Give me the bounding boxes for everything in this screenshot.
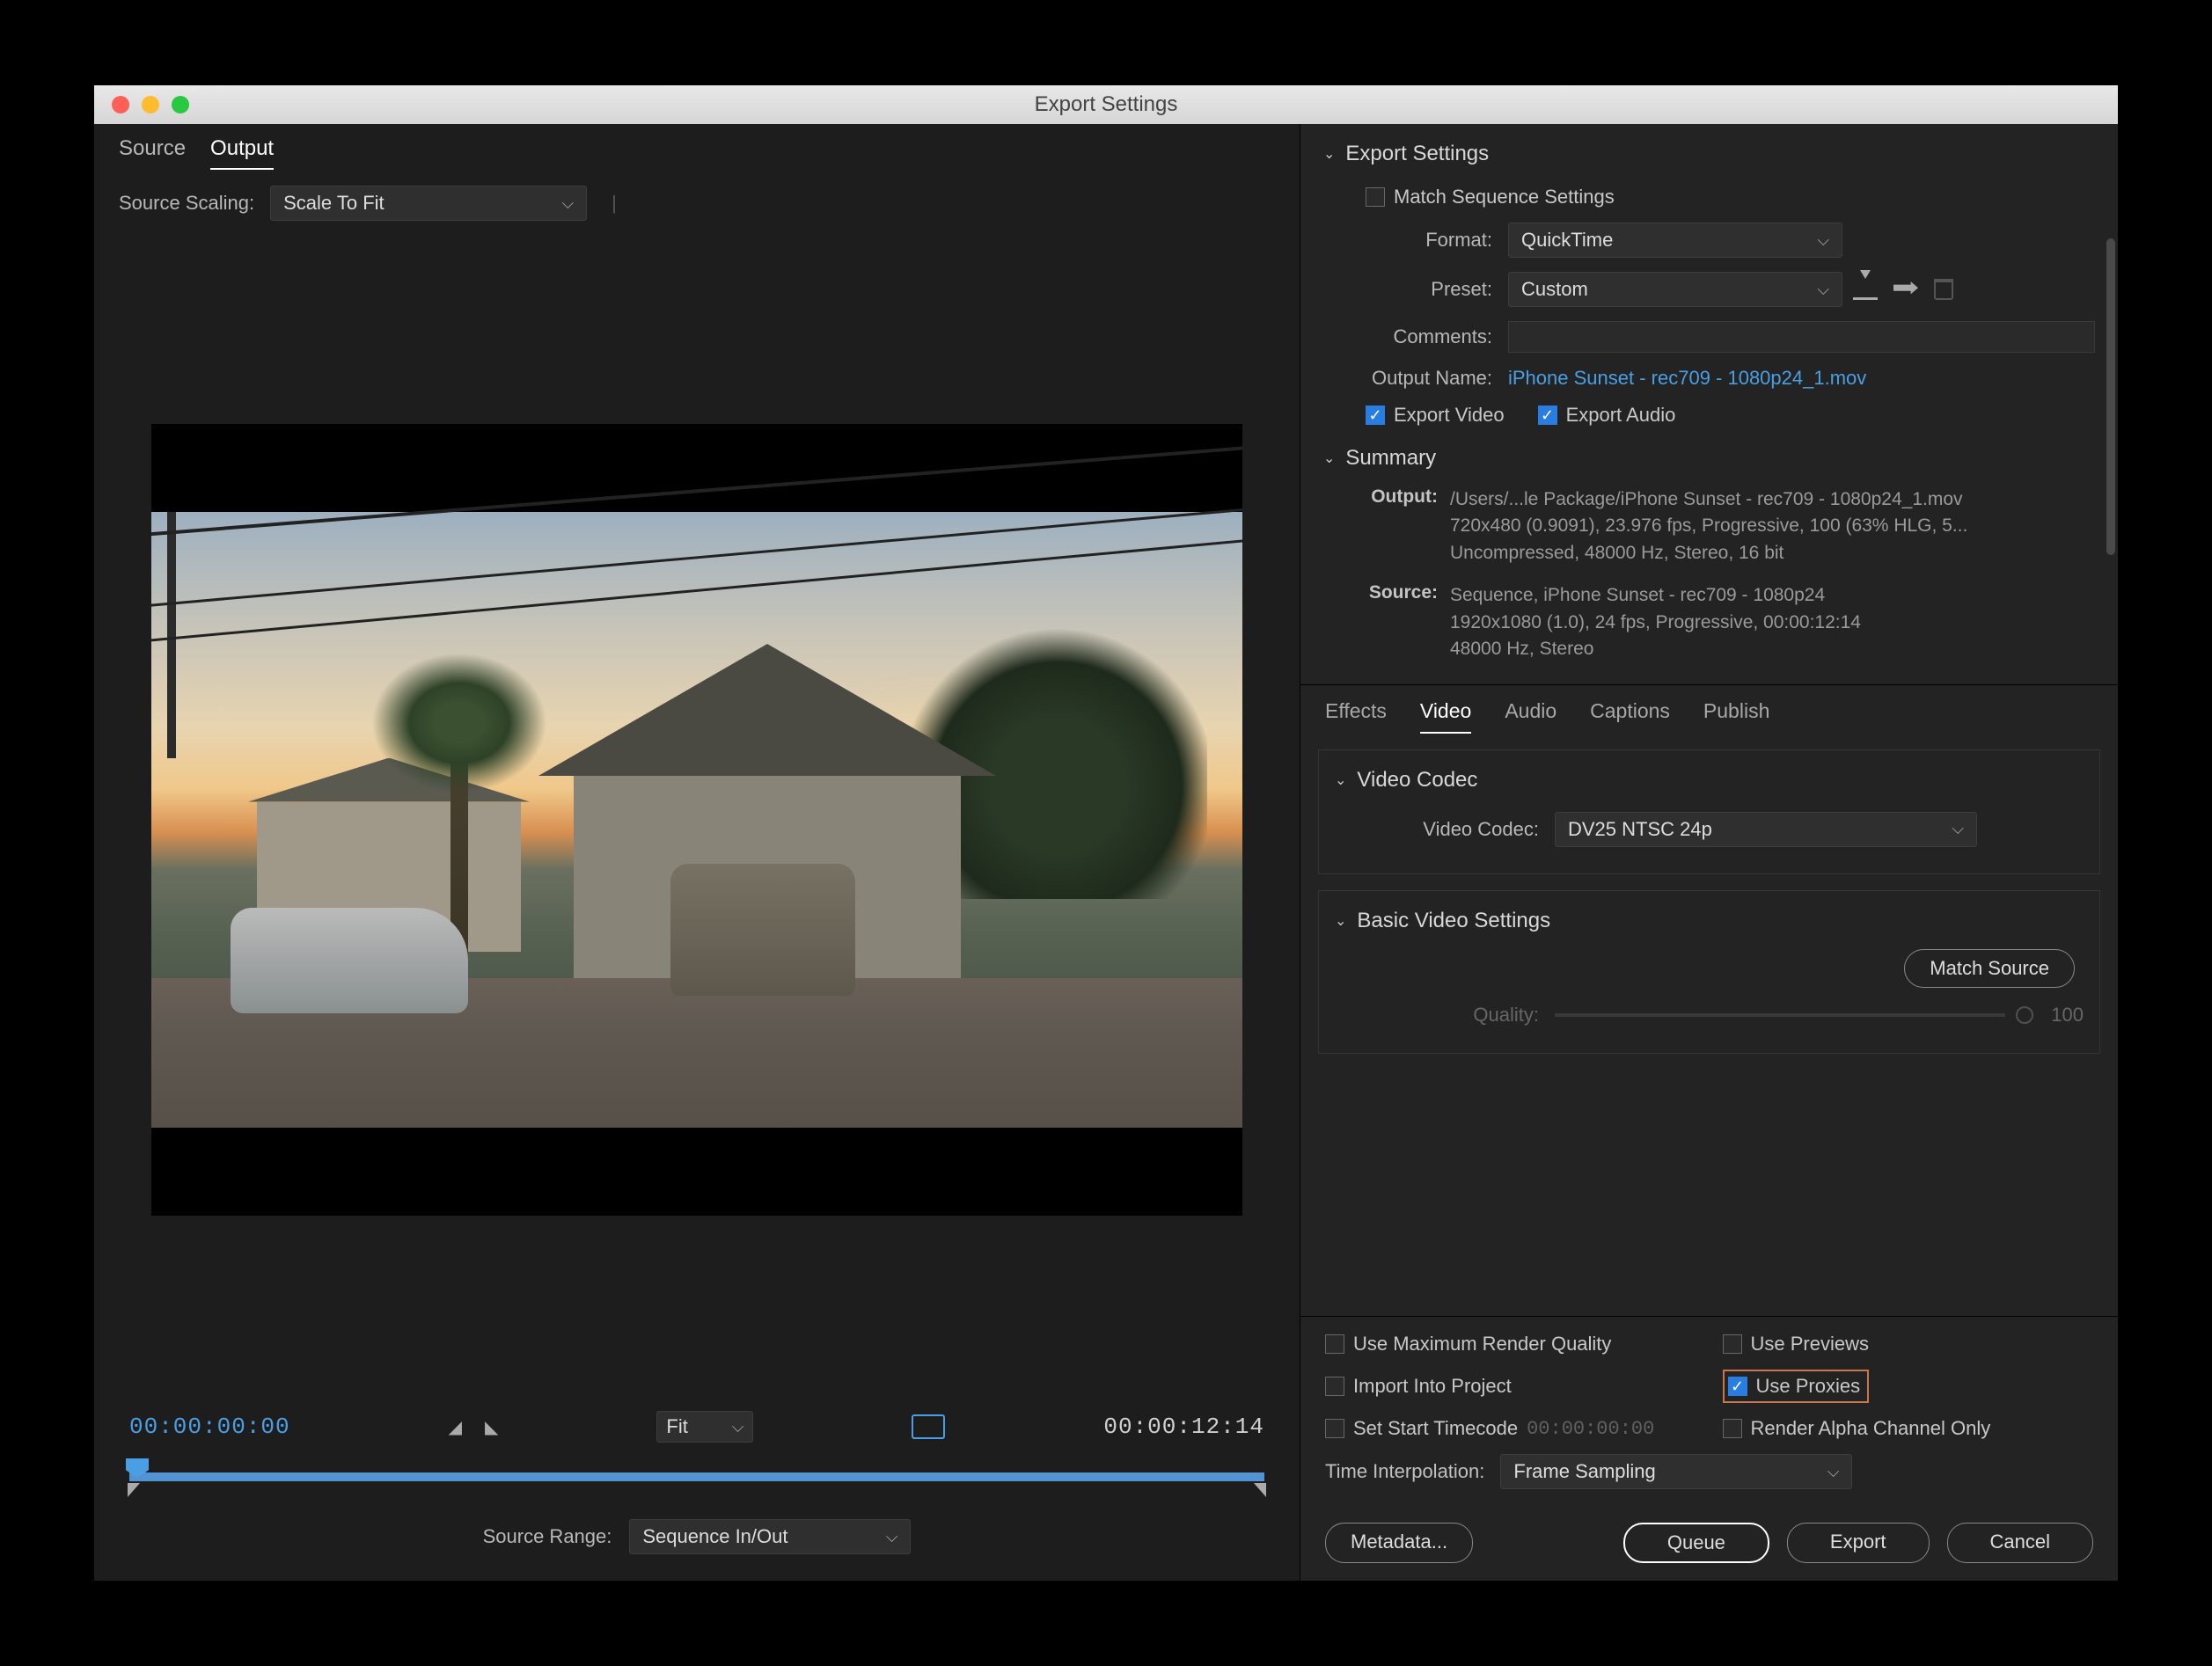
cancel-button[interactable]: Cancel <box>1947 1523 2093 1563</box>
prev-frame-icon[interactable]: ◢ <box>449 1416 462 1438</box>
chevron-down-icon: ⌵ <box>732 1418 744 1436</box>
minimize-icon[interactable] <box>142 96 159 113</box>
summary-header[interactable]: ⌄ Summary <box>1323 434 2095 483</box>
settings-pane: ⌄ Export Settings Match Sequence Setting… <box>1300 124 2118 1581</box>
summary-source-text: Sequence, iPhone Sunset - rec709 - 1080p… <box>1438 582 1861 662</box>
export-settings-window: Export Settings Source Output Source Sca… <box>94 85 2118 1581</box>
chevron-down-icon: ⌵ <box>886 1528 898 1546</box>
tab-publish[interactable]: Publish <box>1703 699 1769 734</box>
preview-tabs: Source Output <box>94 124 1300 170</box>
scrollbar[interactable] <box>2106 238 2115 555</box>
output-name-label: Output Name: <box>1323 367 1508 390</box>
preset-select[interactable]: Custom⌵ <box>1508 272 1842 307</box>
titlebar: Export Settings <box>94 85 2118 124</box>
zoom-select[interactable]: Fit⌵ <box>656 1411 753 1443</box>
video-preview <box>151 424 1242 1216</box>
window-controls <box>94 96 189 113</box>
video-codec-select[interactable]: DV25 NTSC 24p⌵ <box>1555 812 1977 847</box>
max-render-quality-checkbox[interactable]: Use Maximum Render Quality <box>1325 1333 1696 1355</box>
tab-audio[interactable]: Audio <box>1505 699 1556 734</box>
save-preset-icon[interactable] <box>1853 279 1878 300</box>
tab-source[interactable]: Source <box>119 136 186 170</box>
import-into-project-checkbox[interactable]: Import Into Project <box>1325 1370 1696 1403</box>
use-proxies-highlight: Use Proxies <box>1723 1370 1870 1403</box>
summary-output-text: /Users/...le Package/iPhone Sunset - rec… <box>1438 486 1967 566</box>
start-timecode-value: 00:00:00:00 <box>1527 1418 1654 1440</box>
time-interpolation-label: Time Interpolation: <box>1325 1460 1484 1483</box>
use-previews-checkbox[interactable]: Use Previews <box>1723 1333 2094 1355</box>
next-frame-icon[interactable]: ◣ <box>485 1416 498 1438</box>
queue-button[interactable]: Queue <box>1623 1523 1769 1563</box>
chevron-down-icon: ⌵ <box>1952 820 1964 838</box>
chevron-down-icon: ⌵ <box>1827 1463 1840 1481</box>
timeline[interactable] <box>129 1458 1264 1501</box>
close-icon[interactable] <box>112 96 129 113</box>
export-settings-header[interactable]: ⌄ Export Settings <box>1323 136 2095 179</box>
tab-effects[interactable]: Effects <box>1325 699 1387 734</box>
tab-captions[interactable]: Captions <box>1590 699 1670 734</box>
action-buttons: Metadata... Queue Export Cancel <box>1300 1505 2118 1581</box>
source-range-label: Source Range: <box>483 1525 612 1548</box>
chevron-down-icon: ⌵ <box>1817 281 1829 299</box>
chevron-down-icon: ⌵ <box>561 194 574 213</box>
delete-preset-icon[interactable] <box>1934 279 1953 300</box>
comments-label: Comments: <box>1323 325 1508 348</box>
timecode-in[interactable]: 00:00:00:00 <box>129 1414 290 1440</box>
preset-label: Preset: <box>1323 278 1508 301</box>
video-codec-header[interactable]: ⌄ Video Codec <box>1335 763 2084 805</box>
aspect-ratio-button[interactable] <box>912 1414 945 1439</box>
tab-video[interactable]: Video <box>1420 699 1471 734</box>
preview-pane: Source Output Source Scaling: Scale To F… <box>94 124 1300 1581</box>
comments-input[interactable] <box>1508 321 2095 353</box>
use-proxies-checkbox[interactable]: Use Proxies <box>1728 1375 1861 1398</box>
set-start-timecode-checkbox[interactable]: Set Start Timecode00:00:00:00 <box>1325 1417 1696 1440</box>
import-preset-icon[interactable] <box>1893 281 1918 297</box>
format-select[interactable]: QuickTime⌵ <box>1508 223 1842 258</box>
source-scaling-label: Source Scaling: <box>119 192 254 215</box>
chevron-down-icon: ⌄ <box>1335 771 1346 789</box>
summary-output-label: Output: <box>1371 486 1438 507</box>
basic-video-header[interactable]: ⌄ Basic Video Settings <box>1335 903 2084 946</box>
summary-source-label: Source: <box>1369 582 1438 603</box>
source-scaling-select[interactable]: Scale To Fit⌵ <box>270 186 587 221</box>
window-title: Export Settings <box>1035 92 1178 117</box>
source-range-select[interactable]: Sequence In/Out⌵ <box>629 1519 911 1554</box>
timecode-out[interactable]: 00:00:12:14 <box>1103 1414 1264 1440</box>
export-video-checkbox[interactable]: Export Video <box>1366 404 1505 427</box>
export-button[interactable]: Export <box>1787 1523 1930 1563</box>
time-interpolation-select[interactable]: Frame Sampling⌵ <box>1500 1454 1852 1489</box>
output-name-link[interactable]: iPhone Sunset - rec709 - 1080p24_1.mov <box>1508 367 1866 390</box>
render-options: Use Maximum Render Quality Use Previews … <box>1300 1316 2118 1505</box>
chevron-down-icon: ⌵ <box>1817 231 1829 250</box>
export-audio-checkbox[interactable]: Export Audio <box>1538 404 1676 427</box>
render-alpha-checkbox[interactable]: Render Alpha Channel Only <box>1723 1417 2094 1440</box>
quality-radio[interactable] <box>2016 1006 2033 1024</box>
chevron-down-icon: ⌄ <box>1323 145 1335 163</box>
match-sequence-checkbox[interactable]: Match Sequence Settings <box>1366 186 1615 208</box>
quality-label: Quality: <box>1335 1004 1555 1027</box>
format-label: Format: <box>1323 229 1508 252</box>
quality-value: 100 <box>2051 1004 2084 1027</box>
metadata-button[interactable]: Metadata... <box>1325 1523 1473 1563</box>
chevron-down-icon: ⌄ <box>1335 912 1346 930</box>
zoom-icon[interactable] <box>172 96 189 113</box>
settings-tabs: Effects Video Audio Captions Publish <box>1300 684 2118 734</box>
chevron-down-icon: ⌄ <box>1323 449 1335 467</box>
quality-slider[interactable] <box>1555 1013 2005 1017</box>
match-source-button[interactable]: Match Source <box>1904 949 2075 988</box>
tab-output[interactable]: Output <box>210 136 274 170</box>
video-codec-label: Video Codec: <box>1335 818 1555 841</box>
